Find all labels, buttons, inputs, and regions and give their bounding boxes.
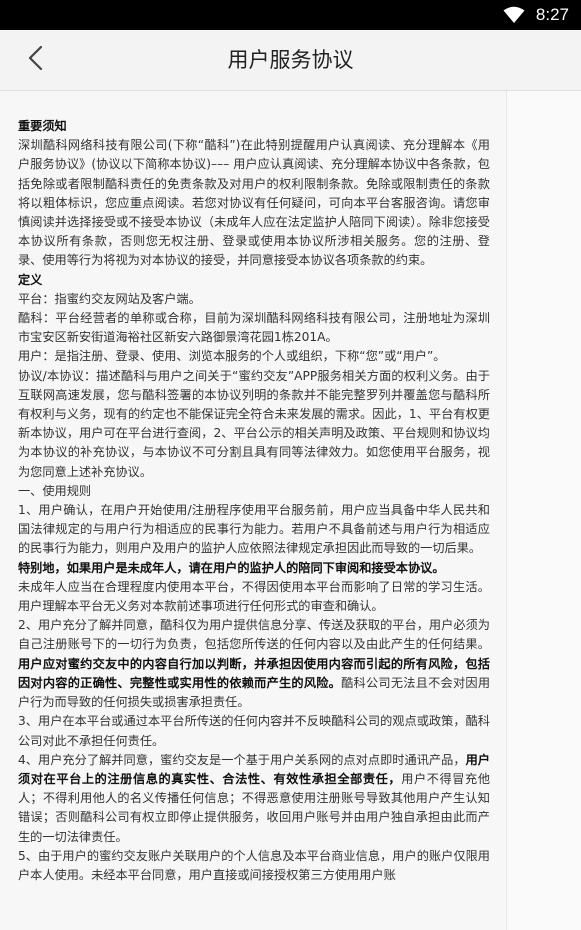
rule-4-part-a: 4、用户充分了解并同意，蜜约交友是一个基于用户关系网的点对点即时通讯产品， (18, 752, 466, 767)
status-time: 8:27 (535, 5, 569, 24)
rule-1-bold: 特别地，如果用户是未成年人，请在用户的监护人的陪同下审阅和接受本协议。 (18, 560, 445, 575)
rule-4: 4、用户充分了解并同意，蜜约交友是一个基于用户关系网的点对点即时通讯产品，用户须… (18, 751, 490, 847)
definition-platform: 平台：指蜜约交友网站及客户端。 (18, 291, 201, 306)
rule-5: 5、由于用户的蜜约交友账户关联用户的个人信息及本平台商业信息，用户的账户仅限用户… (18, 848, 490, 882)
rule-2: 2、用户充分了解并同意，酷科仅为用户提供信息分享、传送及获取的平台，用户必须为自… (18, 616, 490, 712)
rule-2-part-a: 2、用户充分了解并同意，酷科仅为用户提供信息分享、传送及获取的平台，用户必须为自… (18, 618, 490, 652)
definition-kuke: 酷科：平台经营者的单称或合称，目前为深圳酷科网络科技有限公司，注册地址为深圳市宝… (18, 311, 490, 345)
rule-3: 3、用户在本平台或通过本平台所传送的任何内容并不反映酷科公司的观点或政策，酷科公… (18, 714, 490, 748)
app-bar: 用户服务协议 (0, 30, 581, 91)
definition-agreement: 协议/本协议：描述酷科与用户之间关于“蜜约交友”APP服务相关方面的权利义务。由… (18, 368, 490, 479)
scroll-gutter (507, 91, 581, 930)
back-button[interactable] (14, 38, 58, 82)
chevron-left-icon (26, 44, 46, 76)
rule-1: 1、用户确认，在用户开始使用/注册程序使用平台服务前，用户应当具备中华人民共和国… (18, 503, 490, 556)
section-1-heading: 一、使用规则 (18, 483, 92, 498)
rule-1-minor: 未成年人应当在合理程度内使用本平台，不得因使用本平台而影响了日常的学习生活。用户… (18, 579, 490, 614)
notice-heading: 重要须知 (18, 119, 67, 133)
definition-user: 用户：是指注册、登录、使用、浏览本服务的个人或组织，下称“您”或“用户”。 (18, 349, 446, 364)
wifi-icon (503, 6, 525, 24)
definition-heading: 定义 (18, 272, 43, 287)
notice-body: 深圳酷科网络科技有限公司(下称“酷科”)在此特别提醒用户认真阅读、充分理解本《用… (18, 138, 490, 268)
agreement-document[interactable]: 重要须知 深圳酷科网络科技有限公司(下称“酷科”)在此特别提醒用户认真阅读、充分… (0, 91, 507, 930)
page-title: 用户服务协议 (227, 48, 354, 72)
status-bar: 8:27 (0, 0, 581, 30)
